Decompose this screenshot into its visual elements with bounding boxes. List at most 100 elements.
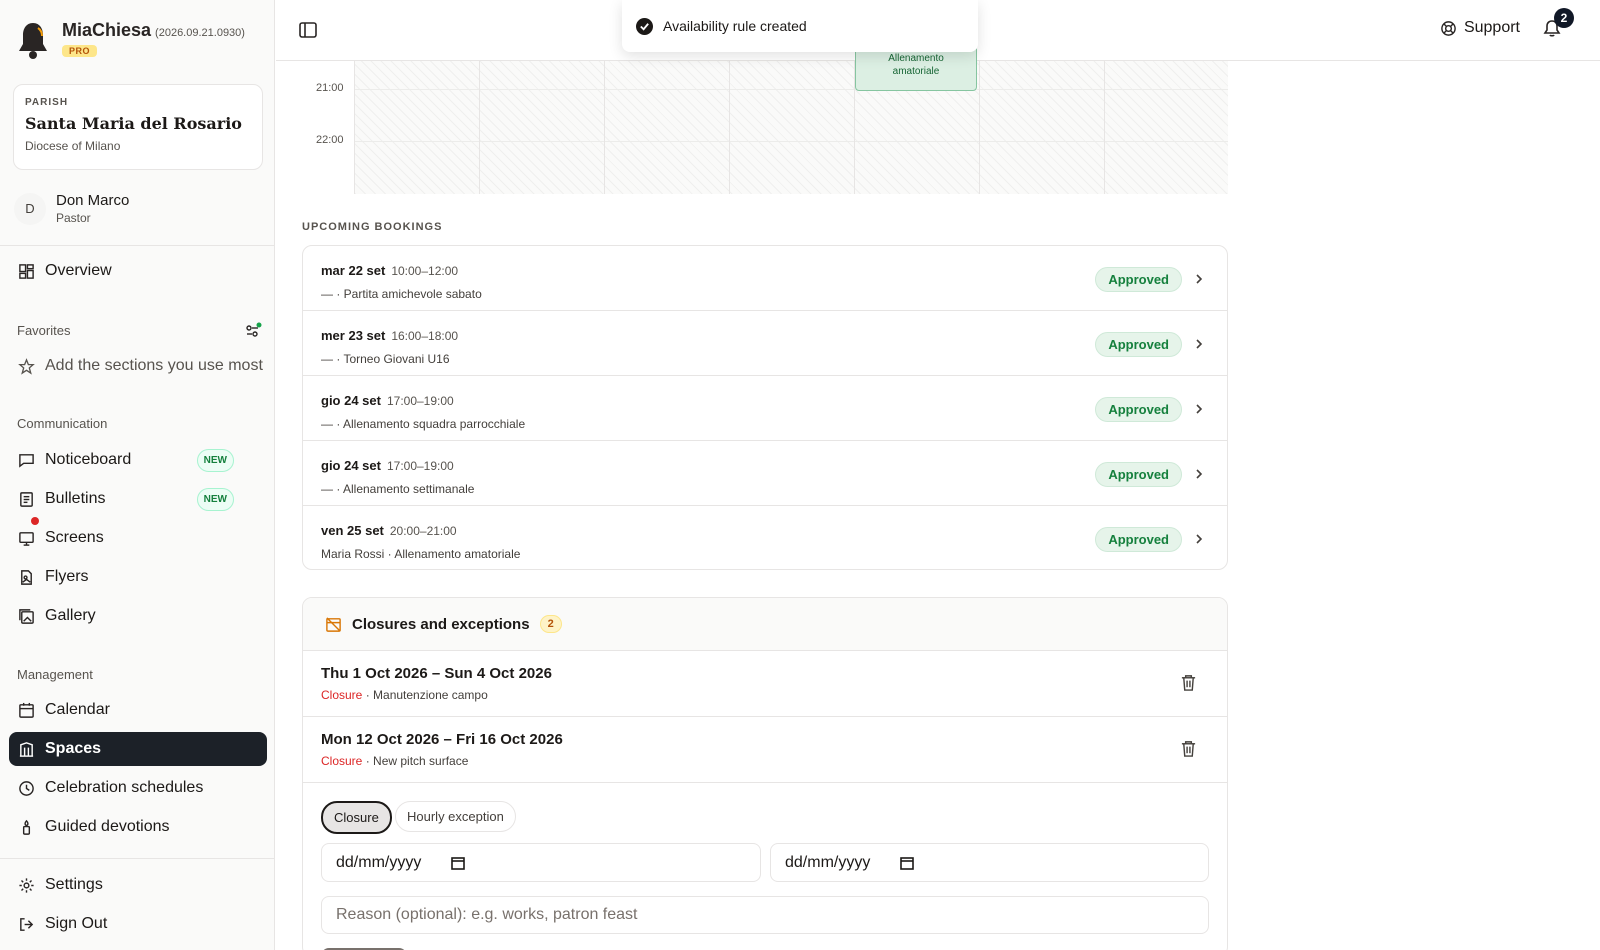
chevron-right-icon — [1196, 274, 1203, 284]
grid-day-line — [604, 61, 605, 194]
brand-name: MiaChiesa — [62, 20, 152, 40]
file-image-icon — [21, 569, 32, 585]
calendar-off-icon — [326, 616, 341, 632]
event-title-line2: amatoriale — [892, 66, 940, 77]
support-label: Support — [1463, 19, 1520, 36]
closure-reason: · New pitch surface — [362, 754, 469, 768]
booking-description: Maria Rossi · Allenamento amatoriale — [321, 547, 521, 561]
calendar-event[interactable]: Allenamento amatoriale — [855, 46, 977, 91]
brand[interactable]: MiaChiesa (2026.09.21.0930) PRO — [16, 20, 245, 62]
booking-time: 17:00–19:00 — [386, 394, 454, 408]
clock-icon — [19, 780, 34, 796]
nav-label: Flyers — [45, 568, 89, 585]
nav-celebration-schedules[interactable]: Celebration schedules — [9, 771, 267, 805]
divider — [0, 245, 275, 246]
closures-count-badge: 2 — [539, 615, 562, 633]
booking-row[interactable]: gio 24 set 17:00–19:00 — · Allenamento se… — [303, 441, 1227, 506]
booking-description: — · Torneo Giovani U16 — [321, 352, 450, 366]
nav-screens[interactable]: Screens — [9, 521, 267, 555]
message-square-icon — [19, 453, 34, 468]
notifications-button[interactable]: 2 — [1542, 8, 1574, 42]
nav-spaces[interactable]: Spaces — [9, 732, 267, 766]
booking-row[interactable]: mer 23 set 16:00–18:00 — · Torneo Giovani… — [303, 311, 1227, 376]
reason-input[interactable]: Reason (optional): e.g. works, patron fe… — [321, 896, 1209, 934]
nav-settings[interactable]: Settings — [9, 868, 267, 902]
notification-count-badge: 2 — [1554, 8, 1574, 28]
nav-label: Noticeboard — [45, 451, 132, 468]
booking-row[interactable]: gio 24 set 17:00–19:00 — · Allenamento sq… — [303, 376, 1227, 441]
grid-hour-line — [355, 89, 1228, 90]
divider — [0, 858, 275, 859]
nav-label: Celebration schedules — [45, 779, 204, 796]
nav-label: Sign Out — [45, 915, 108, 932]
booking-date: gio 24 set — [321, 393, 381, 408]
chevron-right-icon — [1196, 469, 1203, 479]
parish-card[interactable]: PARISH Santa Maria del Rosario Diocese o… — [13, 84, 263, 170]
book-icon — [20, 491, 33, 507]
booking-row[interactable]: mar 22 set 10:00–12:00 — · Partita amiche… — [303, 246, 1227, 311]
monitor-icon — [19, 531, 34, 546]
start-date-placeholder: dd/mm/yyyy — [336, 853, 422, 871]
booking-row[interactable]: ven 25 set 20:00–21:00 Maria Rossi · Alle… — [303, 506, 1227, 569]
upcoming-bookings-heading: UPCOMING BOOKINGS — [302, 221, 443, 233]
nav-guided-devotions[interactable]: Guided devotions — [9, 810, 267, 844]
booking-date: mer 23 set — [321, 328, 386, 343]
nav-label: Screens — [45, 529, 104, 546]
start-date-input[interactable]: dd/mm/yyyy — [321, 843, 761, 882]
calendar-picker-icon[interactable] — [900, 856, 915, 870]
sidebar-toggle-icon[interactable] — [298, 20, 318, 40]
closures-header: Closures and exceptions 2 — [303, 598, 1227, 651]
lifebuoy-icon — [1441, 20, 1456, 36]
tab-hourly-exception[interactable]: Hourly exception — [395, 801, 516, 832]
sidebar: MiaChiesa (2026.09.21.0930) PRO PARISH Sa… — [0, 0, 275, 950]
nav-calendar[interactable]: Calendar — [9, 693, 267, 727]
brand-version: (2026.09.21.0930) — [155, 27, 245, 39]
nav-bulletins[interactable]: Bulletins NEW — [9, 482, 267, 516]
user-name: Don Marco — [56, 192, 130, 209]
booking-date: ven 25 set — [321, 523, 384, 538]
user-profile[interactable]: D Don Marco Pastor — [14, 192, 129, 225]
new-badge: NEW — [196, 448, 234, 472]
event-title-line1: Allenamento — [888, 53, 944, 64]
tab-closure[interactable]: Closure — [321, 801, 392, 834]
trash-icon[interactable] — [1180, 673, 1197, 692]
communication-heading: Communication — [17, 416, 108, 431]
nav-overview[interactable]: Overview — [9, 254, 267, 288]
calendar-picker-icon[interactable] — [451, 856, 466, 870]
nav-flyers[interactable]: Flyers — [9, 560, 267, 594]
booking-date: mar 22 set — [321, 263, 386, 278]
nav-gallery[interactable]: Gallery — [9, 599, 267, 633]
management-heading: Management — [17, 667, 93, 682]
chevron-right-icon — [1196, 339, 1203, 349]
parish-name: Santa Maria del Rosario — [25, 114, 242, 133]
calendar-icon — [19, 702, 34, 718]
nav-sign-out[interactable]: Sign Out — [9, 907, 267, 941]
status-badge: Approved — [1095, 267, 1182, 292]
images-icon — [19, 608, 34, 624]
closures-title: Closures and exceptions — [352, 615, 530, 633]
pro-badge: PRO — [62, 45, 98, 57]
customize-favorites-icon[interactable] — [244, 322, 262, 340]
favorites-add[interactable]: Add the sections you use most — [9, 349, 267, 383]
booking-time: 17:00–19:00 — [386, 459, 454, 473]
toast-message: Availability rule created — [663, 18, 807, 34]
nav-label: Spaces — [45, 740, 102, 757]
nav-label: Settings — [45, 876, 103, 893]
grid-day-line — [1104, 61, 1105, 194]
parish-diocese: Diocese of Milano — [25, 139, 121, 153]
week-grid[interactable] — [354, 61, 1228, 194]
status-badge: Approved — [1095, 397, 1182, 422]
support-button[interactable]: Support — [1440, 19, 1520, 37]
booking-description: — · Allenamento settimanale — [321, 482, 475, 496]
booking-description: — · Partita amichevole sabato — [321, 287, 482, 301]
trash-icon[interactable] — [1180, 739, 1197, 758]
booking-description: — · Allenamento squadra parrocchiale — [321, 417, 526, 431]
nav-noticeboard[interactable]: Noticeboard NEW — [9, 443, 267, 477]
time-label: 22:00 — [316, 134, 344, 146]
log-out-icon — [20, 917, 34, 931]
grid-hour-line — [355, 141, 1228, 142]
grid-icon — [19, 263, 34, 279]
building-icon — [19, 741, 34, 757]
reason-placeholder: Reason (optional): e.g. works, patron fe… — [336, 906, 638, 923]
end-date-input[interactable]: dd/mm/yyyy — [770, 843, 1209, 882]
